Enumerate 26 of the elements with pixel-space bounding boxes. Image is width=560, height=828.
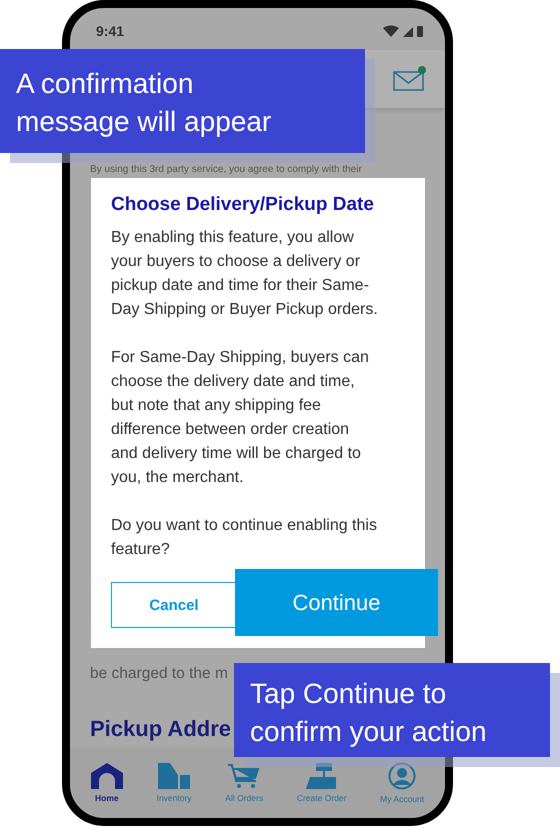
terms-text: By using this 3rd party service, you agree to comply with their [90,164,363,175]
dialog-text: By enabling this feature, you allow your buyers to choose a delivery or pickup date and time for their Same-Day Shipping or Buyer Pickup orders. [111,228,379,320]
body-text: be charged to the m [90,664,229,684]
callout-text: message will appear [16,105,272,139]
nav-tab[interactable]: Create Order [296,763,346,803]
callout-text: Tap Continue to [250,677,448,711]
account-icon [388,762,416,790]
home-icon [90,763,123,789]
cart-icon [228,763,260,789]
callout-text: confirm your action [250,715,488,749]
register-icon [306,763,338,789]
nav-tab[interactable]: Home [90,763,123,803]
boxes-icon [158,763,190,789]
section-heading: Pickup Addre [90,716,231,742]
status-icons [383,25,425,37]
callout-text: A confirmation [16,67,194,101]
continue-button[interactable]: Continue [235,569,438,636]
nav-tab[interactable]: All Orders [225,763,264,803]
nav-tab[interactable]: Inventory [156,763,192,803]
mail-icon[interactable] [393,66,427,92]
nav-tab[interactable]: My Account [380,762,424,804]
dialog-text: For Same-Day Shipping, buyers can choose the delivery date and time, but note that any shipping fee difference between order creation and delivery time will be charged to you, the merchant. [111,348,370,488]
dialog-title: Choose Delivery/Pickup Date [111,194,375,216]
cancel-button[interactable]: Cancel [111,582,237,628]
status-time: 9:41 [96,23,124,39]
dialog-text: Do you want to continue enabling this feature? [111,516,378,560]
